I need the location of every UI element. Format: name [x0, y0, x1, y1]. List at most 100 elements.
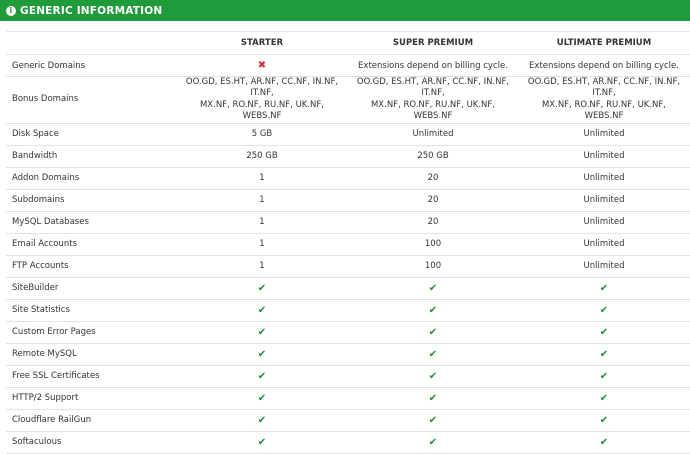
plan-cell: Unlimited — [518, 233, 690, 256]
feature-label: Site Statistics — [6, 299, 176, 322]
plan-cell: ✔ — [518, 299, 690, 322]
plan-cell: ✔ — [518, 431, 690, 454]
feature-label: FTP Accounts — [6, 255, 176, 278]
cell-text: Extensions depend on billing cycle. — [358, 60, 508, 71]
plan-cell: 5 GB — [176, 123, 348, 146]
cell-text: Unlimited — [583, 173, 625, 184]
cell-text: 20 — [427, 217, 439, 228]
plan-cell: 20 — [348, 167, 518, 190]
plan-cell: ✔ — [348, 299, 518, 322]
plan-cell: Unlimited — [518, 167, 690, 190]
check-icon: ✔ — [599, 304, 609, 316]
cell-text: 1 — [259, 261, 265, 272]
cell-text: Unlimited — [412, 129, 454, 140]
cell-text: 5 GB — [251, 129, 273, 140]
cell-text: 100 — [424, 239, 442, 250]
cell-text: 100 — [424, 261, 442, 272]
table-row: Disk Space 5 GB Unlimited Unlimited — [6, 123, 690, 146]
table-row: HTTP/2 Support ✔ ✔ ✔ — [6, 387, 690, 410]
feature-label: Cloudflare RailGun — [6, 409, 176, 432]
feature-label: Remote MySQL — [6, 343, 176, 366]
plan-cell: ✔ — [348, 409, 518, 432]
plan-cell: ✔ — [348, 343, 518, 366]
plan-cell: ✔ — [518, 277, 690, 300]
plan-cell: 1 — [176, 189, 348, 212]
plan-cell: ✔ — [518, 365, 690, 388]
check-icon: ✔ — [428, 392, 438, 404]
feature-label: MySQL Databases — [6, 211, 176, 234]
cell-text: 250 GB — [246, 151, 278, 162]
plan-cell: 1 — [176, 255, 348, 278]
plan-cell: Unlimited — [518, 123, 690, 146]
table-row: Email Accounts 1 100 Unlimited — [6, 233, 690, 256]
table-row: Generic Domains ✖ Extensions depend on bil… — [6, 54, 690, 77]
plan-cell: 250 GB — [176, 145, 348, 168]
plan-cell: Unlimited — [348, 123, 518, 146]
plan-cell: ✔ — [176, 365, 348, 388]
check-icon: ✔ — [428, 436, 438, 448]
header-ultimate-premium: ULTIMATE PREMIUM — [518, 31, 690, 55]
cell-text: 1 — [259, 195, 265, 206]
cell-text: 1 — [259, 239, 265, 250]
table-row: SiteBuilder ✔ ✔ ✔ — [6, 277, 690, 300]
cell-text-line: OO.GD, ES.HT, AR.NF, CC.NF, IN.NF, IT.NF… — [356, 77, 510, 99]
plan-cell: ✔ — [176, 277, 348, 300]
cell-text: 20 — [427, 195, 439, 206]
plan-comparison-table: STARTER SUPER PREMIUM ULTIMATE PREMIUM G… — [6, 31, 690, 454]
table-row: Subdomains 1 20 Unlimited — [6, 189, 690, 212]
cross-icon: ✖ — [257, 60, 267, 71]
plan-cell: 100 — [348, 233, 518, 256]
plan-cell: OO.GD, ES.HT, AR.NF, CC.NF, IN.NF, IT.NF… — [176, 76, 348, 124]
feature-label: Generic Domains — [6, 54, 176, 77]
table-row: Cloudflare RailGun ✔ ✔ ✔ — [6, 409, 690, 432]
check-icon: ✔ — [428, 326, 438, 338]
plan-cell: Unlimited — [518, 255, 690, 278]
plan-cell: 1 — [176, 167, 348, 190]
plan-cell: Unlimited — [518, 145, 690, 168]
feature-label: Bonus Domains — [6, 76, 176, 124]
cell-text-line: MX.NF, RO.NF, RU.NF, UK.NF, WEBS.NF — [370, 99, 496, 122]
cell-text: Unlimited — [583, 129, 625, 140]
cell-text: Unlimited — [583, 217, 625, 228]
plan-cell: ✔ — [348, 431, 518, 454]
plan-cell: ✔ — [348, 277, 518, 300]
cell-text-line: OO.GD, ES.HT, AR.NF, CC.NF, IN.NF, IT.NF… — [527, 77, 681, 99]
check-icon: ✔ — [257, 304, 267, 316]
table-row: Bonus Domains OO.GD, ES.HT, AR.NF, CC.NF,… — [6, 76, 690, 124]
check-icon: ✔ — [257, 348, 267, 360]
plan-cell: 1 — [176, 233, 348, 256]
plan-cell: Unlimited — [518, 189, 690, 212]
check-icon: ✔ — [599, 326, 609, 338]
plan-cell: 100 — [348, 255, 518, 278]
cell-text: Unlimited — [583, 151, 625, 162]
cell-text: Unlimited — [583, 261, 625, 272]
panel-title: GENERIC INFORMATION — [20, 4, 163, 17]
comparison-table-wrap: STARTER SUPER PREMIUM ULTIMATE PREMIUM G… — [6, 31, 690, 454]
plan-cell: ✔ — [176, 431, 348, 454]
plan-cell: Unlimited — [518, 211, 690, 234]
table-row: Custom Error Pages ✔ ✔ ✔ — [6, 321, 690, 344]
cell-text-line: MX.NF, RO.NF, RU.NF, UK.NF, WEBS.NF — [199, 99, 325, 122]
cell-text: 20 — [427, 173, 439, 184]
check-icon: ✔ — [599, 392, 609, 404]
check-icon: ✔ — [599, 282, 609, 294]
check-icon: ✔ — [428, 414, 438, 426]
table-row: Free SSL Certificates ✔ ✔ ✔ — [6, 365, 690, 388]
plan-cell: ✔ — [348, 321, 518, 344]
plan-cell: ✔ — [518, 387, 690, 410]
table-row: Remote MySQL ✔ ✔ ✔ — [6, 343, 690, 366]
feature-label: SiteBuilder — [6, 277, 176, 300]
check-icon: ✔ — [428, 304, 438, 316]
feature-label: Email Accounts — [6, 233, 176, 256]
panel-header: i GENERIC INFORMATION — [0, 0, 690, 21]
header-feature — [6, 31, 176, 55]
plan-cell: ✔ — [176, 299, 348, 322]
plan-cell: 20 — [348, 189, 518, 212]
plan-cell: ✔ — [176, 343, 348, 366]
plan-cell: OO.GD, ES.HT, AR.NF, CC.NF, IN.NF, IT.NF… — [348, 76, 518, 124]
plan-cell: Extensions depend on billing cycle. — [518, 54, 690, 77]
header-super-premium: SUPER PREMIUM — [348, 31, 518, 55]
plan-cell: ✔ — [518, 409, 690, 432]
header-starter: STARTER — [176, 31, 348, 55]
feature-label: Bandwidth — [6, 145, 176, 168]
